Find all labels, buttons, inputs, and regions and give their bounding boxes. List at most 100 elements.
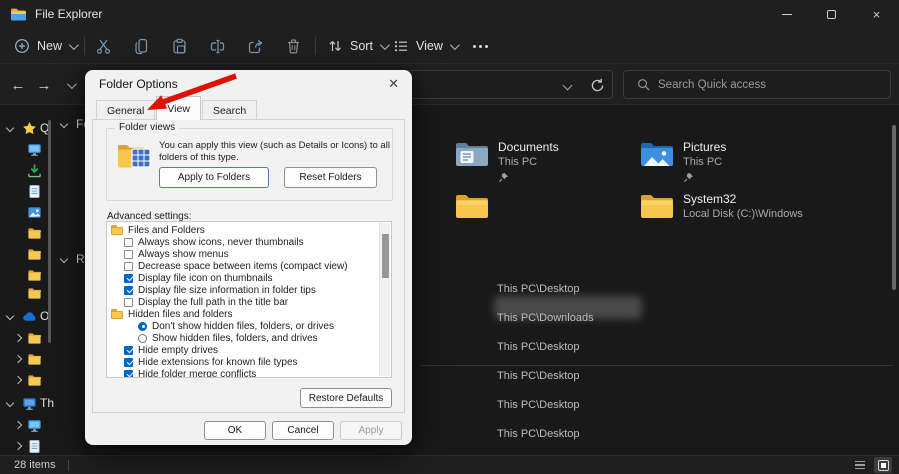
details-view-button[interactable]: [851, 457, 869, 473]
radio-button[interactable]: [138, 322, 147, 331]
setting-row[interactable]: Hide extensions for known file types: [107, 356, 391, 368]
setting-row[interactable]: Always show icons, never thumbnails: [107, 236, 391, 248]
sidebar-item-monitor[interactable]: [0, 415, 85, 435]
chevron-right-icon[interactable]: [14, 355, 22, 363]
setting-row[interactable]: Hidden files and folders: [107, 308, 391, 320]
chevron-down-icon[interactable]: [6, 124, 14, 132]
sidebar-item-cloud-o[interactable]: O: [0, 306, 85, 326]
checkbox[interactable]: [124, 346, 133, 355]
sidebar-item-monitor[interactable]: [0, 139, 85, 159]
reset-folders-button[interactable]: Reset Folders: [284, 167, 377, 188]
checkbox[interactable]: [124, 238, 133, 247]
tab-search[interactable]: Search: [202, 100, 257, 120]
chevron-right-icon[interactable]: [14, 334, 22, 342]
checkbox[interactable]: [124, 286, 133, 295]
copy-button[interactable]: [124, 33, 158, 59]
setting-row[interactable]: Display file icon on thumbnails: [107, 272, 391, 284]
recent-file-row[interactable]: This PC\Desktop: [430, 274, 893, 303]
history-chevron-button[interactable]: [57, 72, 83, 98]
checkbox[interactable]: [124, 262, 133, 271]
restore-defaults-button[interactable]: Restore Defaults: [300, 388, 392, 408]
search-input[interactable]: Search Quick access: [623, 70, 891, 99]
back-button[interactable]: ←: [5, 72, 31, 98]
checkbox[interactable]: [124, 358, 133, 367]
sort-arrows-icon: [327, 38, 343, 54]
delete-button[interactable]: [276, 33, 310, 59]
chevron-right-icon[interactable]: [14, 421, 22, 429]
advanced-settings-list[interactable]: Files and FoldersAlways show icons, neve…: [106, 221, 392, 378]
file-path: This PC\Downloads: [497, 312, 594, 324]
checkbox[interactable]: [124, 274, 133, 283]
radio-button[interactable]: [138, 334, 147, 343]
apply-to-folders-button[interactable]: Apply to Folders: [159, 167, 269, 188]
setting-row[interactable]: Always show menus: [107, 248, 391, 260]
chevron-down-icon[interactable]: [6, 312, 14, 320]
sort-label: Sort: [350, 39, 373, 53]
view-button[interactable]: View: [393, 33, 457, 59]
sidebar-item-folder[interactable]: [0, 283, 85, 303]
chevron-right-icon[interactable]: [14, 442, 22, 450]
sidebar-item-document[interactable]: [0, 436, 85, 456]
tile-redacted-folder[interactable]: [455, 192, 489, 220]
thumbnail-view-button[interactable]: [874, 457, 892, 473]
file-path: This PC\Desktop: [497, 428, 580, 440]
pin-icon: [498, 172, 509, 183]
maximize-icon: [827, 10, 836, 19]
new-button[interactable]: New: [14, 33, 76, 59]
content-scrollbar[interactable]: [892, 125, 896, 290]
sidebar-item-folder[interactable]: [0, 223, 85, 243]
listbox-scrollbar[interactable]: [379, 223, 390, 376]
paste-button[interactable]: [162, 33, 196, 59]
minimize-button[interactable]: [764, 0, 809, 28]
sidebar-item-folder[interactable]: [0, 265, 85, 285]
chevron-right-icon[interactable]: [14, 376, 22, 384]
setting-row[interactable]: Display file size information in folder …: [107, 284, 391, 296]
recent-file-row[interactable]: This PC\Desktop: [430, 390, 893, 419]
dialog-tabs: GeneralViewSearch: [96, 99, 257, 120]
sidebar-item-document[interactable]: [0, 181, 85, 201]
tile-pictures[interactable]: Pictures This PC: [640, 140, 726, 188]
setting-label: Show hidden files, folders, and drives: [152, 333, 318, 344]
setting-row[interactable]: Decrease space between items (compact vi…: [107, 260, 391, 272]
forward-button[interactable]: →: [31, 72, 57, 98]
cut-button[interactable]: [86, 33, 120, 59]
dialog-close-button[interactable]: ✕: [388, 76, 399, 92]
checkbox[interactable]: [124, 250, 133, 259]
recent-file-row[interactable]: This PC\Downloads: [430, 303, 893, 332]
sidebar-item-folder[interactable]: [0, 370, 85, 390]
checkbox[interactable]: [124, 370, 133, 379]
tile-documents[interactable]: Documents This PC: [455, 140, 559, 188]
refresh-icon[interactable]: [589, 77, 606, 94]
checkbox[interactable]: [124, 298, 133, 307]
sidebar-item-folder[interactable]: [0, 349, 85, 369]
apply-button[interactable]: Apply: [340, 421, 402, 440]
recent-file-row[interactable]: This PC\Desktop: [430, 419, 893, 448]
tile-system32[interactable]: System32 Local Disk (C:)\Windows: [640, 192, 803, 222]
tab-view[interactable]: View: [156, 96, 201, 120]
tab-general[interactable]: General: [96, 100, 155, 120]
recent-file-row[interactable]: This PC\Desktop: [430, 332, 893, 361]
setting-row[interactable]: Hide empty drives: [107, 344, 391, 356]
sidebar-scrollbar[interactable]: [48, 120, 51, 343]
maximize-button[interactable]: [809, 0, 854, 28]
sidebar-item-folder[interactable]: [0, 328, 85, 348]
address-chevron-icon[interactable]: [563, 81, 573, 91]
setting-row[interactable]: Don't show hidden files, folders, or dri…: [107, 320, 391, 332]
sort-button[interactable]: Sort: [327, 33, 387, 59]
listbox-scrollbar-thumb[interactable]: [382, 234, 389, 278]
close-button[interactable]: ×: [854, 0, 899, 28]
ok-button[interactable]: OK: [204, 421, 266, 440]
sidebar-item-monitor2-th[interactable]: Th: [0, 393, 85, 413]
see-more-button[interactable]: [463, 33, 497, 59]
chevron-down-icon[interactable]: [6, 399, 14, 407]
setting-row[interactable]: Display the full path in the title bar: [107, 296, 391, 308]
share-button[interactable]: [238, 33, 272, 59]
cancel-button[interactable]: Cancel: [272, 421, 334, 440]
rename-button[interactable]: [200, 33, 234, 59]
sidebar-item-download[interactable]: [0, 160, 85, 180]
recent-file-row[interactable]: This PC\Desktop: [430, 361, 893, 390]
setting-row[interactable]: Hide folder merge conflicts: [107, 368, 391, 378]
setting-row[interactable]: Show hidden files, folders, and drives: [107, 332, 391, 344]
sidebar-item-picture[interactable]: [0, 202, 85, 222]
setting-row[interactable]: Files and Folders: [107, 224, 391, 236]
